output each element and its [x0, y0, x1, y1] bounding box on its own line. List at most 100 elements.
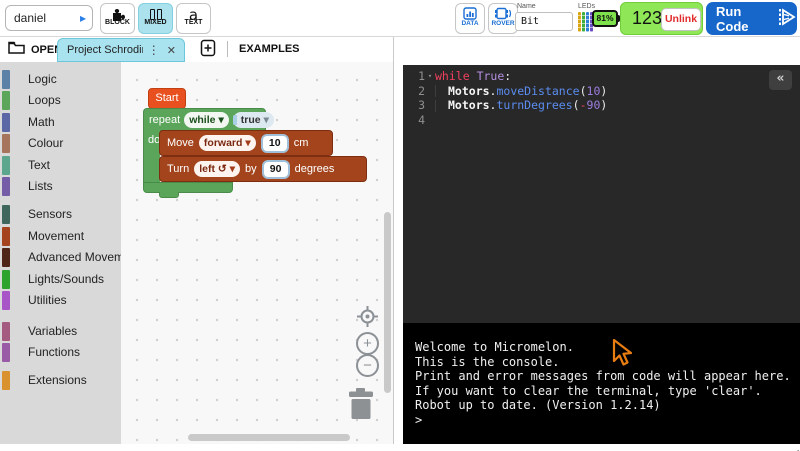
block-canvas[interactable]: Start repeat while ▾ true ▾ do	[121, 62, 393, 444]
rover-button-label: ROVER	[489, 20, 517, 27]
repeat-while-block[interactable]: repeat while ▾ true ▾	[143, 108, 266, 131]
start-block[interactable]: Start	[148, 88, 186, 109]
code-line: 4	[403, 113, 800, 128]
turn-direction-dropdown[interactable]: left ↺ ▾	[194, 161, 240, 177]
collapse-editor-button[interactable]: «	[769, 70, 792, 90]
category-color-bar	[2, 113, 10, 132]
distance-input[interactable]: 10	[261, 134, 289, 153]
unlink-label: Unlink	[665, 13, 697, 25]
code-line: 2 Motors.moveDistance(10)	[403, 84, 800, 99]
battery-percent: 81%	[596, 13, 613, 23]
micromelon-app: daniel ▸ BLOCK MIXED a TEXT DATA	[0, 0, 800, 451]
run-code-button[interactable]: Run Code	[706, 2, 797, 35]
tab-separator	[227, 41, 228, 57]
category-color-bar	[2, 248, 10, 267]
category-color-bar	[2, 270, 10, 289]
distance-unit-label: cm	[294, 137, 309, 149]
toolbox-category-lights-sounds[interactable]: Lights/Sounds	[0, 270, 121, 290]
console-line: Robot up to date. (Version 1.2.14)	[415, 398, 800, 413]
submit-arrow-icon[interactable]: ▸	[80, 6, 86, 30]
angle-unit-label: degrees	[295, 163, 335, 175]
repeat-label: repeat	[149, 114, 180, 126]
resize-grip-icon[interactable]	[791, 444, 799, 451]
move-label: Move	[167, 137, 194, 149]
trash-button[interactable]	[346, 387, 376, 425]
toolbox-category-advanced-movement[interactable]: Advanced Movement	[0, 248, 121, 268]
leds-label: LEDs	[578, 3, 595, 10]
new-project-button[interactable]	[196, 39, 220, 60]
dropdown-arrow-icon: ▾	[264, 114, 269, 126]
project-tab-title: Project Schrodinger	[58, 44, 143, 56]
loop-foot	[143, 182, 233, 193]
rover-button[interactable]: ROVER	[488, 3, 518, 34]
category-color-bar	[2, 156, 10, 175]
toolbox-category-variables[interactable]: Variables	[0, 322, 121, 342]
block-workspace-panel: OPEN Project Schrodinger ⋮ ✕ EXAMPLES Lo…	[0, 37, 394, 444]
toolbox-category-logic[interactable]: Logic	[0, 70, 121, 90]
new-file-icon	[200, 39, 216, 57]
code-line: 3 Motors.turnDegrees(-90)	[403, 98, 800, 113]
toolbox-category-math[interactable]: Math	[0, 113, 121, 133]
rover-number: 123	[632, 8, 662, 29]
project-tab[interactable]: Project Schrodinger ⋮ ✕	[57, 38, 185, 62]
toolbox-category-colour[interactable]: Colour	[0, 134, 121, 154]
category-color-bar	[2, 134, 10, 153]
angle-input[interactable]: 90	[262, 160, 290, 179]
condition-value-block[interactable]: true ▾	[233, 112, 274, 128]
trash-icon	[346, 387, 376, 420]
dropdown-arrow-icon: ▾	[218, 114, 223, 126]
toolbox-category-utilities[interactable]: Utilities	[0, 291, 121, 311]
mixed-mode-button[interactable]: MIXED	[138, 3, 173, 34]
turn-block[interactable]: Turn left ↺ ▾ by 90 degrees	[159, 156, 367, 182]
toolbox-category-loops[interactable]: Loops	[0, 91, 121, 111]
category-color-bar	[2, 322, 10, 341]
blockly-workspace: Logic Loops Math Colour Text Lists Senso…	[0, 62, 393, 444]
category-color-bar	[2, 343, 10, 362]
center-blocks-button[interactable]	[356, 305, 379, 328]
console-line: Print and error messages from code will …	[415, 369, 800, 384]
category-color-bar	[2, 70, 10, 89]
console-terminal[interactable]: Welcome to Micromelon. This is the conso…	[403, 323, 800, 444]
canvas-horizontal-scrollbar[interactable]	[188, 434, 350, 441]
tab-close-icon[interactable]: ✕	[165, 44, 184, 57]
tab-menu-icon[interactable]: ⋮	[143, 43, 165, 57]
console-line: Welcome to Micromelon.	[415, 340, 800, 355]
move-block[interactable]: Move forward ▾ 10 cm	[159, 130, 333, 156]
data-button[interactable]: DATA	[455, 3, 485, 34]
toolbox-category-movement[interactable]: Movement	[0, 227, 121, 247]
toolbox-category-extensions[interactable]: Extensions	[0, 371, 121, 391]
direction-dropdown[interactable]: forward ▾	[199, 135, 256, 151]
led-strip-icon	[578, 12, 593, 32]
text-mode-button[interactable]: a TEXT	[176, 3, 211, 34]
toolbox-category-functions[interactable]: Functions	[0, 343, 121, 363]
block-toolbox: Logic Loops Math Colour Text Lists Senso…	[0, 62, 121, 444]
toolbox-category-sensors[interactable]: Sensors	[0, 205, 121, 225]
code-editor[interactable]: 1 ▾ while True: 2 Motors.moveDistance(10…	[403, 65, 800, 323]
canvas-vertical-scrollbar[interactable]	[384, 212, 391, 393]
block-mode-label: BLOCK	[101, 19, 134, 26]
open-project-button[interactable]: OPEN	[8, 41, 62, 59]
plus-icon: +	[363, 335, 372, 352]
loop-spine: do	[143, 130, 160, 183]
collapse-chevrons-icon: «	[777, 71, 785, 86]
by-label: by	[245, 163, 257, 175]
run-code-label: Run Code	[716, 4, 771, 34]
dropdown-arrow-icon: ▾	[245, 137, 250, 149]
fold-arrow-icon[interactable]: ▾	[425, 69, 435, 84]
text-mode-label: TEXT	[177, 19, 210, 26]
category-color-bar	[2, 227, 10, 246]
username-input[interactable]: daniel ▸	[5, 5, 93, 31]
zoom-in-button[interactable]: +	[356, 332, 379, 355]
rover-name-input[interactable]: Bit	[515, 12, 573, 31]
top-toolbar: daniel ▸ BLOCK MIXED a TEXT DATA	[0, 0, 800, 37]
block-mode-button[interactable]: BLOCK	[100, 3, 135, 34]
run-flag-icon	[777, 7, 797, 30]
examples-tab[interactable]: EXAMPLES	[239, 43, 300, 55]
loop-tail	[159, 192, 179, 198]
while-dropdown[interactable]: while ▾	[184, 112, 229, 128]
unlink-button[interactable]: Unlink	[661, 8, 701, 31]
battery-indicator: 81%	[592, 10, 618, 27]
zoom-out-button[interactable]: −	[356, 354, 379, 377]
toolbox-category-text[interactable]: Text	[0, 156, 121, 176]
toolbox-category-lists[interactable]: Lists	[0, 177, 121, 197]
